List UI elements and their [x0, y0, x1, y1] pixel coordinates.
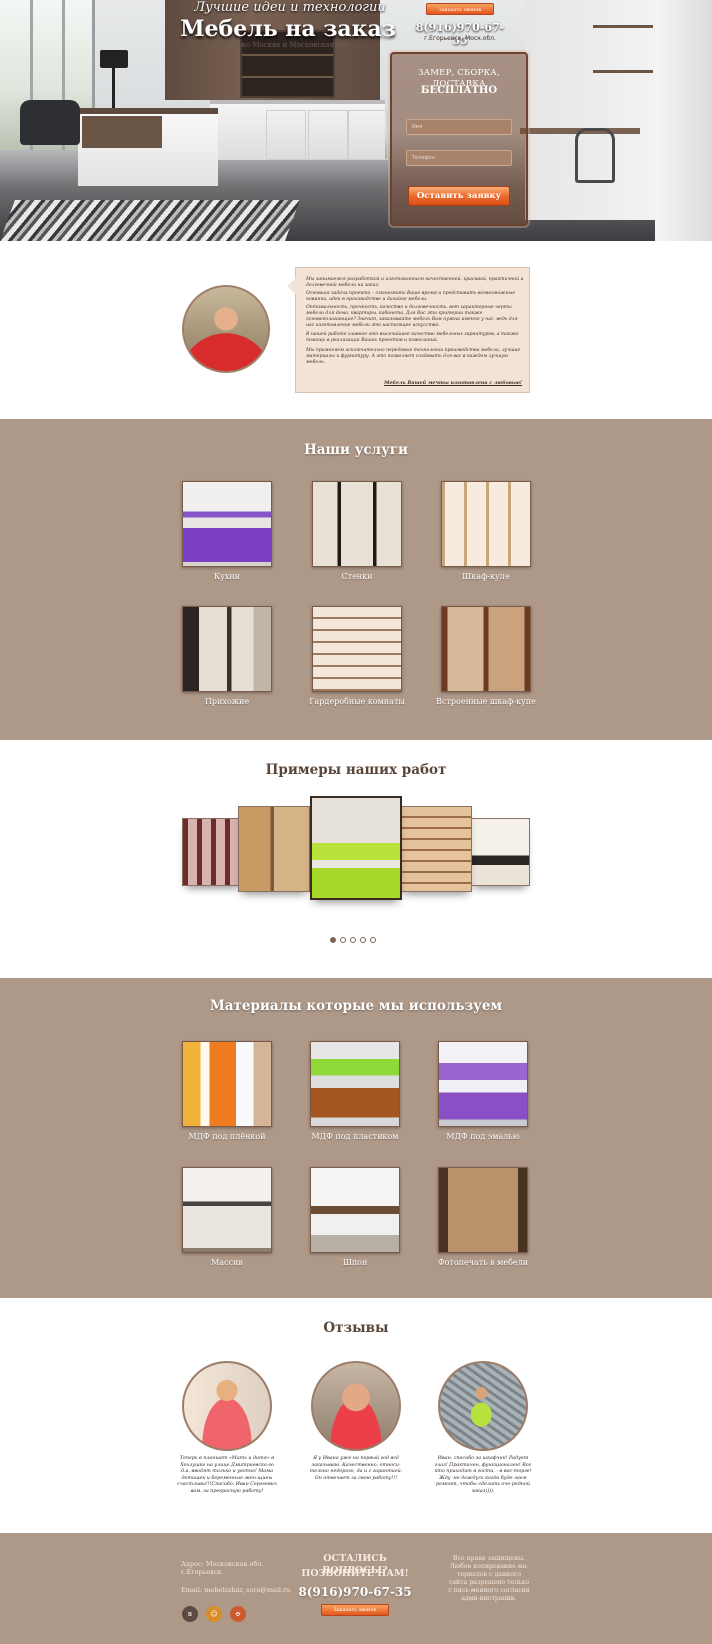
- material-label[interactable]: Массив: [171, 1258, 283, 1267]
- about-paragraph: Мы применяем исключительно передовые тех…: [306, 348, 521, 365]
- reviewer-avatar: [311, 1361, 401, 1451]
- carousel-dot[interactable]: [340, 937, 346, 943]
- material-tile-photo-print[interactable]: [438, 1167, 528, 1253]
- service-tile-dressing-rooms[interactable]: [312, 606, 402, 692]
- service-label[interactable]: Гардеробные комнаты: [301, 697, 413, 706]
- footer-address-city: г.Егорьевск: [181, 1568, 222, 1576]
- header-city: г.Егорьевск, Моск.обл.: [424, 35, 496, 42]
- footer-phone[interactable]: 8(916)970-67-35: [292, 1585, 418, 1599]
- about-card: Мы занимаемся разработкой и изготовление…: [287, 267, 530, 393]
- background-rug: [0, 200, 300, 241]
- portfolio-slide[interactable]: [470, 818, 530, 886]
- material-label[interactable]: Фотопечать в мебели: [427, 1258, 539, 1267]
- name-input[interactable]: [406, 119, 512, 135]
- carousel-dot[interactable]: [330, 937, 336, 943]
- material-tile-mdf-film[interactable]: [182, 1041, 272, 1127]
- about-paragraph: Основная задача проекта – сэкономить Ваш…: [306, 291, 516, 302]
- footer-email[interactable]: Email: mebelzakaz_sora@mail.ru: [181, 1586, 290, 1594]
- service-label[interactable]: Шкаф-купе: [430, 572, 542, 581]
- portfolio-carousel[interactable]: [180, 796, 532, 906]
- service-label[interactable]: Встроенные шкаф-купе: [430, 697, 542, 706]
- carousel-dot[interactable]: [370, 937, 376, 943]
- material-label[interactable]: Шпон: [299, 1258, 411, 1267]
- portfolio-slide-active[interactable]: [310, 796, 402, 900]
- about-signature: Мебель Вашей мечты изготовлена с любовью…: [384, 380, 522, 386]
- about-paragraph: Оптимальность, прочность, качество и дол…: [306, 305, 518, 328]
- materials-title: Материалы которые мы используем: [209, 998, 503, 1014]
- portfolio-slide[interactable]: [400, 806, 472, 892]
- service-tile-built-in[interactable]: [441, 606, 531, 692]
- portfolio-title: Примеры наших работ: [265, 762, 447, 778]
- submit-request-button[interactable]: Оставить заявку: [408, 186, 510, 206]
- review-text: Иван, спасибо за шкафчик! Радует глаз! П…: [434, 1456, 532, 1494]
- footer-callback-button[interactable]: Заказать звонок: [321, 1604, 389, 1616]
- background-lamp: [100, 50, 128, 68]
- service-label[interactable]: Стенки: [301, 572, 413, 581]
- service-tile-wardrobes[interactable]: [441, 481, 531, 567]
- material-label[interactable]: МДФ под плёнкой: [171, 1132, 283, 1141]
- service-tile-hallways[interactable]: [182, 606, 272, 692]
- material-tile-veneer[interactable]: [310, 1167, 400, 1253]
- background-counter: [210, 100, 388, 160]
- portfolio-slide[interactable]: [238, 806, 310, 892]
- carousel-dots: [330, 937, 382, 947]
- reviews-title: Отзывы: [323, 1320, 389, 1336]
- reviewer-avatar: [182, 1361, 272, 1451]
- form-heading-free: БЕСПЛАТНО: [420, 85, 498, 96]
- footer-call-us: ПОЗВОНИТЕ НАМ!: [301, 1568, 409, 1579]
- background-island: [78, 108, 218, 186]
- callback-button[interactable]: Заказать звонок: [426, 3, 494, 15]
- background-right-wall: [525, 0, 655, 220]
- hero-subtitle: Только Москва и Московская обл.: [224, 41, 352, 49]
- portfolio-slide[interactable]: [182, 818, 242, 886]
- service-tile-wall-units[interactable]: [312, 481, 402, 567]
- carousel-dot[interactable]: [350, 937, 356, 943]
- about-paragraph: Мы занимаемся разработкой и изготовление…: [306, 277, 524, 288]
- phone-input[interactable]: [406, 150, 512, 166]
- service-label[interactable]: Кухни: [171, 572, 283, 581]
- about-paragraph: В нашей работе главное это высочайшее ка…: [306, 332, 519, 343]
- background-pillar: [655, 0, 712, 241]
- service-tile-kitchens[interactable]: [182, 481, 272, 567]
- service-label[interactable]: Прихожие: [171, 697, 283, 706]
- background-chair: [20, 100, 80, 145]
- materials-section: Материалы которые мы используем МДФ под …: [0, 978, 712, 1298]
- services-title: Наши услуги: [303, 442, 409, 458]
- header-phone[interactable]: 8(916)970-67-35: [414, 21, 506, 47]
- footer: Адрес: Московская обл. г.Егорьевск Email…: [0, 1533, 712, 1644]
- hero-title: Мебель на заказ: [180, 16, 396, 42]
- carousel-dot[interactable]: [360, 937, 366, 943]
- about-section: Мы занимаемся разработкой и изготовление…: [0, 241, 712, 419]
- services-section: Наши услуги Кухни Стенки Шкаф-купе Прихо…: [0, 419, 712, 740]
- material-tile-mdf-plastic[interactable]: [310, 1041, 400, 1127]
- reviewer-avatar: [438, 1361, 528, 1451]
- review-text: Теперь в планшет «Мать и дитя» в Хохлушк…: [177, 1456, 277, 1494]
- material-label[interactable]: МДФ под эмалью: [427, 1132, 539, 1141]
- material-tile-solid-wood[interactable]: [182, 1167, 272, 1253]
- review-text: Я у Ивана уже на первый год всё заказыва…: [309, 1456, 403, 1481]
- order-form: ЗАМЕР, СБОРКА, ДОСТАВКА БЕСПЛАТНО Остави…: [390, 52, 528, 226]
- ok-icon[interactable]: ꝋ: [230, 1606, 246, 1622]
- material-tile-mdf-enamel[interactable]: [438, 1041, 528, 1127]
- hero-tagline: Лучшие идеи и технологии: [194, 0, 386, 15]
- background-chair-2: [575, 128, 615, 183]
- footer-address: Адрес: Московская обл.: [181, 1560, 264, 1568]
- owner-photo: [182, 285, 270, 373]
- vk-icon[interactable]: в: [182, 1606, 198, 1622]
- material-label[interactable]: МДФ под пластиком: [299, 1132, 411, 1141]
- footer-rights: Все права защищены. Любое копирование ма…: [448, 1555, 530, 1602]
- hero-section: Лучшие идеи и технологии Мебель на заказ…: [0, 0, 712, 241]
- odnoklassniki-icon[interactable]: ☺: [206, 1606, 222, 1622]
